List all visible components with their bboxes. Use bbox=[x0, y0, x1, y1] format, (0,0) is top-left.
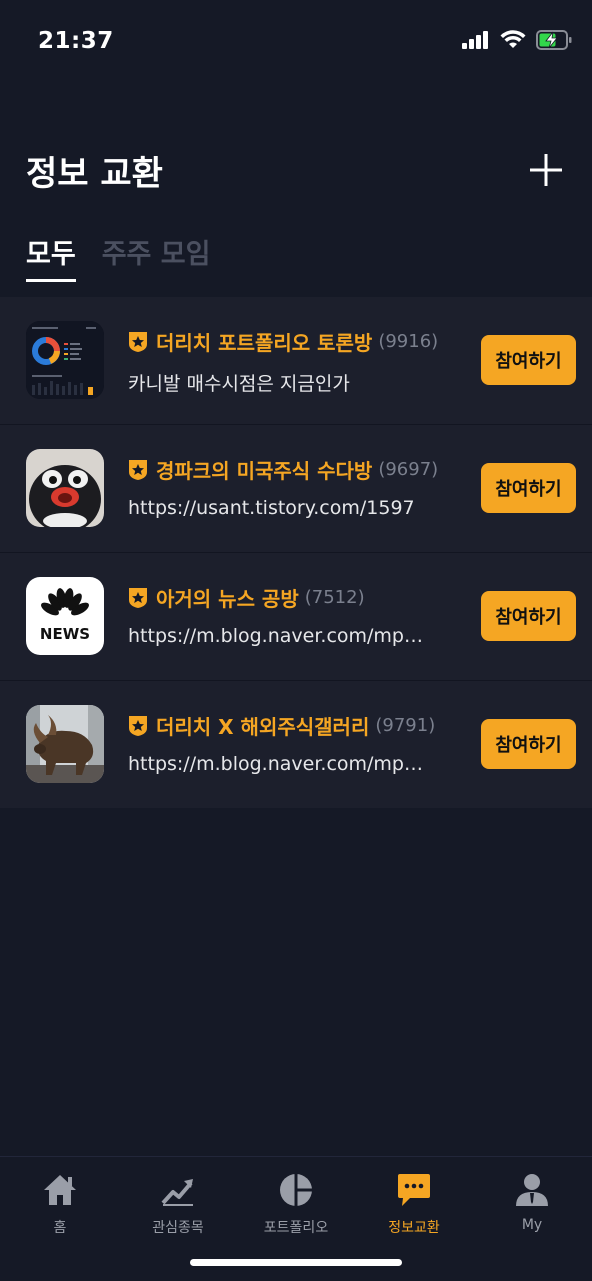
room-member-count: (9916) bbox=[378, 331, 439, 352]
chat-bubble-icon bbox=[398, 1174, 430, 1206]
news-logo-text: NEWS bbox=[40, 625, 90, 643]
wifi-icon bbox=[500, 30, 526, 48]
page-title: 정보 교환 bbox=[26, 154, 163, 194]
nav-my[interactable]: My bbox=[473, 1171, 591, 1233]
room-item[interactable]: 더리치 X 해외주식갤러리 (9791) https://m.blog.nave… bbox=[0, 681, 592, 808]
pie-chart-icon bbox=[280, 1174, 312, 1206]
status-time: 21:37 bbox=[38, 28, 114, 54]
join-button[interactable]: 참여하기 bbox=[481, 591, 576, 641]
bull-statue-thumbnail bbox=[26, 705, 104, 783]
status-icons bbox=[462, 30, 572, 50]
nav-label: 관심종목 bbox=[152, 1220, 204, 1236]
shield-star-badge-icon bbox=[129, 459, 147, 480]
tab-bar: 모두 주주 모임 bbox=[26, 232, 210, 282]
user-icon bbox=[516, 1174, 548, 1206]
nav-info-exchange[interactable]: 정보교환 bbox=[355, 1171, 473, 1237]
room-title: 더리치 X 해외주식갤러리 bbox=[156, 715, 370, 739]
nav-portfolio[interactable]: 포트폴리오 bbox=[237, 1171, 355, 1237]
shield-star-badge-icon bbox=[129, 587, 147, 608]
plus-icon bbox=[530, 154, 562, 186]
room-title-row: 더리치 포트폴리오 토론방 (9916) bbox=[128, 327, 438, 356]
room-description: https://m.blog.naver.com/mp… bbox=[128, 625, 423, 647]
home-indicator bbox=[190, 1259, 402, 1266]
status-bar: 21:37 bbox=[0, 0, 592, 86]
join-button[interactable]: 참여하기 bbox=[481, 719, 576, 769]
nav-home[interactable]: 홈 bbox=[1, 1171, 119, 1237]
room-list: 더리치 포트폴리오 토론방 (9916) 카니발 매수시점은 지금인가 참여하기 bbox=[0, 297, 592, 808]
join-button[interactable]: 참여하기 bbox=[481, 463, 576, 513]
room-description: https://usant.tistory.com/1597 bbox=[128, 497, 415, 519]
room-member-count: (9791) bbox=[375, 715, 436, 736]
penguin-thumbnail bbox=[26, 449, 104, 527]
room-title: 경파크의 미국주식 수다방 bbox=[156, 459, 373, 483]
room-item[interactable]: 더리치 포트폴리오 토론방 (9916) 카니발 매수시점은 지금인가 참여하기 bbox=[0, 297, 592, 425]
battery-charging-icon bbox=[536, 30, 572, 50]
add-button[interactable] bbox=[528, 152, 564, 188]
room-title: 아거의 뉴스 공방 bbox=[156, 587, 299, 611]
room-title-row: 더리치 X 해외주식갤러리 (9791) bbox=[128, 711, 435, 740]
room-member-count: (9697) bbox=[378, 459, 439, 480]
room-item[interactable]: NEWS 아거의 뉴스 공방 (7512) https://m.blog.nav… bbox=[0, 553, 592, 681]
room-title: 더리치 포트폴리오 토론방 bbox=[156, 331, 373, 355]
room-description: 카니발 매수시점은 지금인가 bbox=[128, 373, 350, 395]
room-item[interactable]: 경파크의 미국주식 수다방 (9697) https://usant.tisto… bbox=[0, 425, 592, 553]
shield-star-badge-icon bbox=[129, 715, 147, 736]
home-icon bbox=[44, 1175, 76, 1205]
tab-all[interactable]: 모두 bbox=[26, 232, 76, 282]
nbc-news-logo: NEWS bbox=[26, 577, 104, 655]
room-member-count: (7512) bbox=[304, 587, 365, 608]
shield-star-badge-icon bbox=[129, 331, 147, 352]
room-title-row: 경파크의 미국주식 수다방 (9697) bbox=[128, 455, 438, 484]
nav-label: 포트폴리오 bbox=[263, 1220, 329, 1236]
join-button[interactable]: 참여하기 bbox=[481, 335, 576, 385]
tab-shareholder-meeting[interactable]: 주주 모임 bbox=[102, 232, 211, 282]
nav-label: 정보교환 bbox=[388, 1220, 440, 1236]
portfolio-chart-thumbnail bbox=[26, 321, 104, 399]
signal-icon bbox=[462, 31, 488, 49]
nav-label: My bbox=[521, 1217, 543, 1233]
nav-watchlist[interactable]: 관심종목 bbox=[119, 1171, 237, 1237]
nav-label: 홈 bbox=[53, 1220, 67, 1236]
trend-chart-icon bbox=[161, 1179, 193, 1206]
room-title-row: 아거의 뉴스 공방 (7512) bbox=[128, 583, 365, 612]
room-description: https://m.blog.naver.com/mp… bbox=[128, 753, 423, 775]
